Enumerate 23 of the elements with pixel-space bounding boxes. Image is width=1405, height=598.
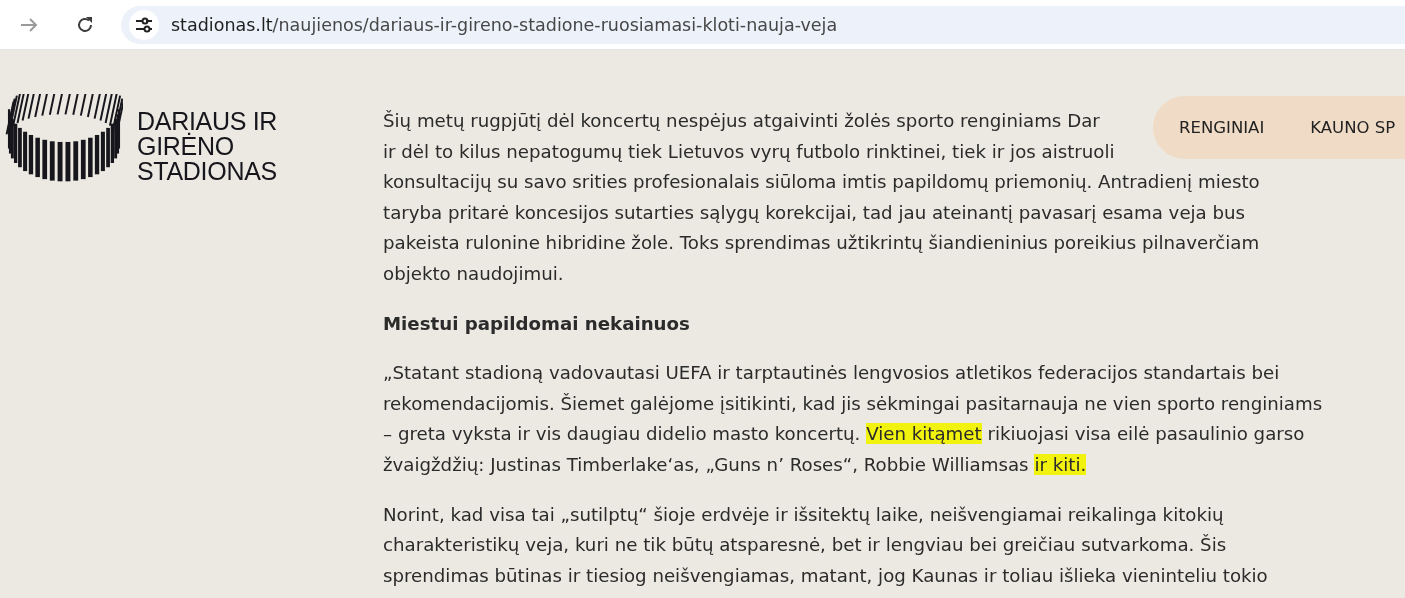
- paragraph-line: „Statant stadioną vadovautasi UEFA ir tarptautinės lengvosios atletikos federacijos standartais bei: [383, 361, 1280, 386]
- nav-link[interactable]: RENGINIAI: [1179, 118, 1265, 137]
- paragraph-line: pakeista rulonine hibridine žole. Toks sprendimas užtikrintų šiandieninius poreikius pilnaverčiam: [383, 231, 1260, 256]
- forward-icon[interactable]: [20, 16, 38, 33]
- url-text: stadionas.lt/naujienos/dariaus-ir-gireno-stadione-ruosiamasi-kloti-nauja-veja: [171, 14, 838, 35]
- reload-icon[interactable]: [75, 14, 95, 35]
- logo-text: STADIONAS: [137, 158, 278, 184]
- section-heading: Miestui papildomai nekainuos: [383, 311, 690, 336]
- paragraph-line: ir dėl to kilus nepatogumų tiek Lietuvos vyrų futbolo rinktinei, tiek ir jos aistruoli: [383, 139, 1115, 164]
- paragraph-line: sprendimas būtinas ir tiesiog neišvengiamas, matant, jog Kaunas ir toliau išlieka vieninteliu tokio: [383, 563, 1268, 588]
- paragraph-line: žvaigždžių: Justinas Timberlake‘as, „Guns n’ Roses“, Robbie Williamsas ir kiti.: [383, 452, 1087, 477]
- site-settings-icon[interactable]: [134, 15, 154, 34]
- paragraph-line: taryba pritarė koncesijos sutarties sąlygų korekcijai, tad jau ateinantį pavasarį esama veja bus: [383, 200, 1246, 225]
- paragraph-line: charakteristikų veja, kuri ne tik būtų atsparesnė, bet ir lengviau bei greičiau sutvarkoma. Šis: [383, 533, 1227, 558]
- paragraph-line: Šių metų rugpjūtį dėl koncertų nespėjus atgaivinti žolės sporto renginiams Dar: [383, 109, 1100, 133]
- address-bar[interactable]: stadionas.lt/naujienos/dariaus-ir-gireno-stadione-ruosiamasi-kloti-nauja-veja: [121, 5, 1405, 44]
- paragraph-line: – greta vyksta ir vis daugiau didelio masto koncertų. Vien kitąmet rikiuojasi visa eilė pasaulinio garso: [383, 422, 1305, 447]
- paragraph-line: objekto naudojimui.: [383, 261, 564, 286]
- paragraph-line: Norint, kad visa tai „sutilptų“ šioje erdvėje ir išsitektų laike, neišvengiamai reikalinga kitokių: [383, 502, 1224, 527]
- paragraph-line: konsultacijų su savo srities profesionalais siūloma imtis papildomų priemonių. Antradienį miesto: [383, 170, 1260, 195]
- nav-link[interactable]: KAUNO SP: [1310, 118, 1396, 137]
- paragraph-line: rekomendacijomis. Šiemet galėjome įsitikinti, kad jis sėkmingai pasitarnauja ne vien sporto renginiams: [383, 391, 1323, 416]
- logo-text: GIRĖNO: [137, 133, 235, 159]
